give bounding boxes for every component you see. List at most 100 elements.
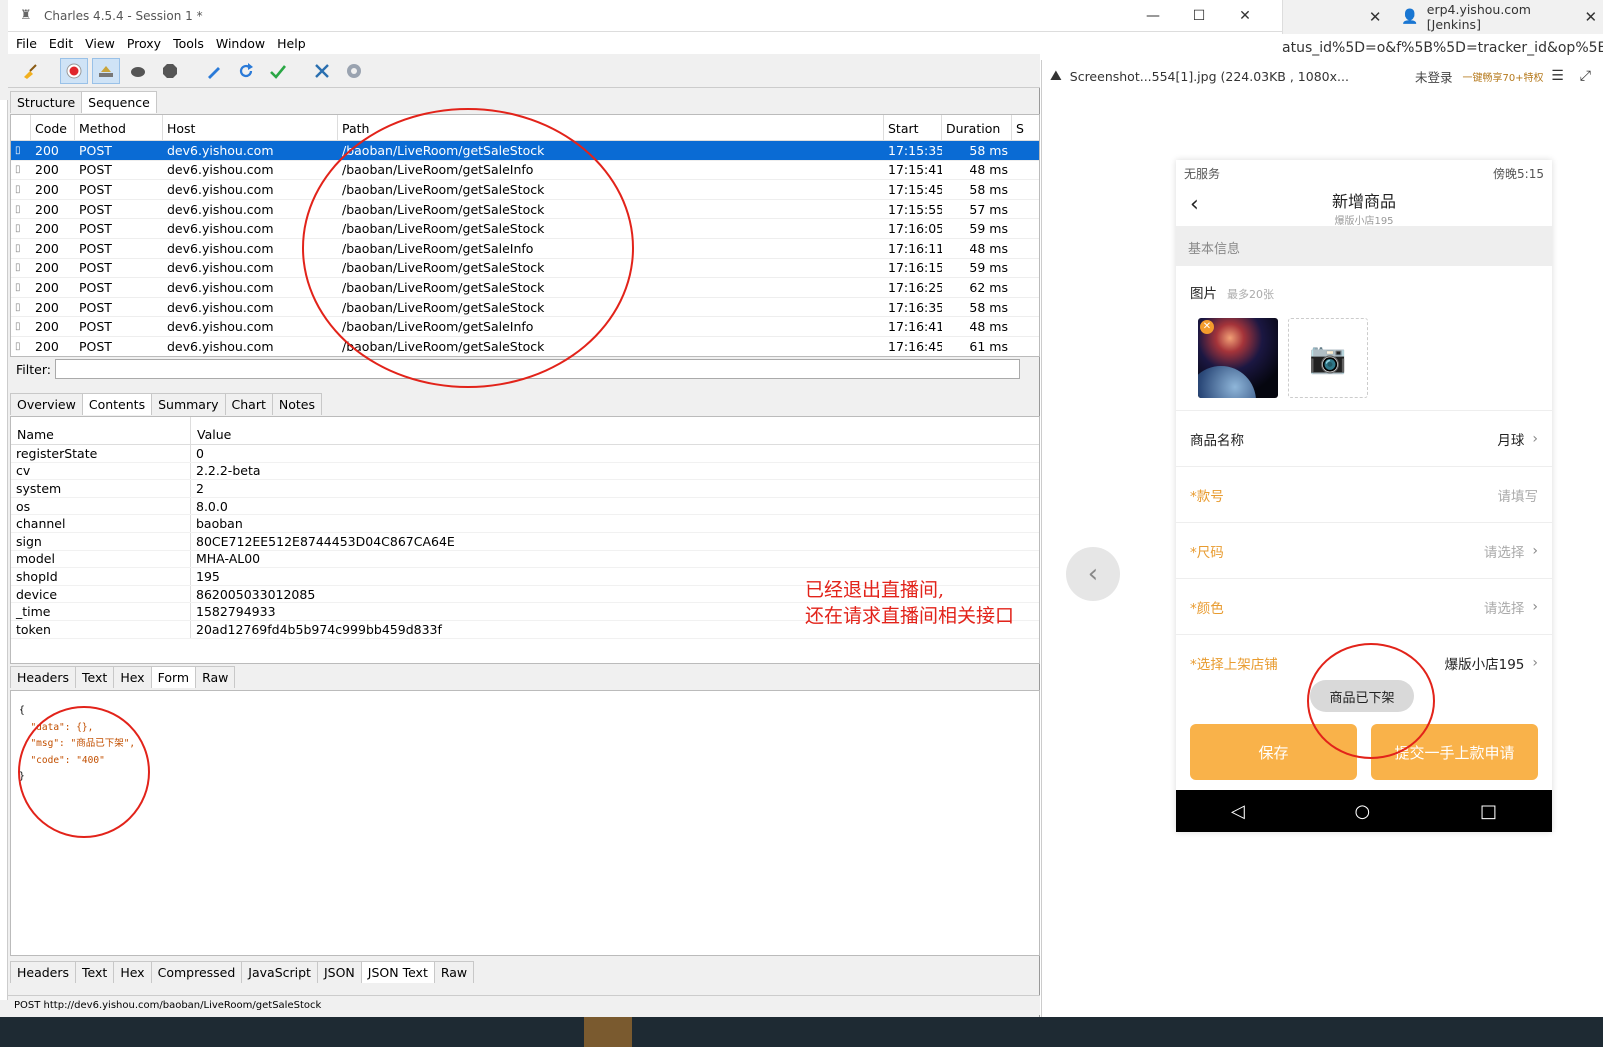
toolbar <box>8 54 1040 88</box>
tab-contents[interactable]: Contents <box>81 393 153 415</box>
minimize-button[interactable]: — <box>1130 0 1176 32</box>
form-value: baoban <box>196 516 243 532</box>
settings-gear-icon[interactable] <box>340 58 368 84</box>
form-row[interactable]: cv 2.2.2-beta <box>11 462 1039 481</box>
browser-tab-title[interactable]: erp4.yishou.com [Jenkins] <box>1427 2 1579 32</box>
field-value: 请选择 <box>1483 600 1525 617</box>
android-home-icon[interactable]: ○ <box>1355 801 1371 822</box>
throttle-icon[interactable] <box>92 57 120 84</box>
tab-response-json-text[interactable]: JSON Text <box>360 961 435 983</box>
menu-help[interactable]: Help <box>277 36 306 51</box>
column-start[interactable]: Start <box>884 115 942 140</box>
breakpoint-icon[interactable] <box>156 58 184 84</box>
cell-host: dev6.yishou.com <box>167 319 274 335</box>
form-row[interactable]: channel baoban <box>11 515 1039 533</box>
image-viewer: ⛰ Screenshot...554[1].jpg (224.03KB , 10… <box>1041 60 1603 1017</box>
cell-code: 200 <box>35 338 59 354</box>
tab-response-text[interactable]: Text <box>75 961 115 983</box>
android-back-icon[interactable]: ◁ <box>1231 801 1245 822</box>
phone-page-subtitle: 爆版小店195 <box>1334 216 1394 227</box>
form-row[interactable]: registerState 0 <box>11 445 1039 463</box>
broom-clear-icon[interactable] <box>16 58 44 84</box>
close-button[interactable]: ✕ <box>1222 0 1268 32</box>
phone-nav-bar: ‹ 新增商品 爆版小店195 <box>1176 186 1552 227</box>
form-key: token <box>11 620 191 638</box>
tab-response-javascript[interactable]: JavaScript <box>241 961 318 983</box>
menu-window[interactable]: Window <box>216 36 265 51</box>
add-photo-button[interactable]: 📷 <box>1288 318 1368 398</box>
form-row[interactable]: system 2 <box>11 480 1039 498</box>
tab-response-headers[interactable]: Headers <box>10 961 77 983</box>
menu-view[interactable]: View <box>85 36 115 51</box>
form-value: 1582794933 <box>196 604 276 620</box>
form-row[interactable]: sign 80CE712EE512E8744453D04C867CA64E <box>11 532 1039 551</box>
tab-structure[interactable]: Structure <box>10 91 83 113</box>
record-icon[interactable] <box>60 57 88 84</box>
image-file-icon: ⛰ <box>1050 68 1062 84</box>
fullscreen-icon[interactable]: ⤢ <box>1580 68 1591 84</box>
menu-edit[interactable]: Edit <box>49 36 73 51</box>
maximize-button[interactable]: ☐ <box>1176 0 1222 32</box>
cell-duration: 58 ms <box>969 299 1008 315</box>
cell-code: 200 <box>35 181 59 197</box>
previous-image-button[interactable]: ‹ <box>1066 547 1120 601</box>
form-row[interactable]: os 8.0.0 <box>11 497 1039 516</box>
validate-check-icon[interactable] <box>264 58 292 84</box>
android-recents-icon[interactable]: □ <box>1480 801 1497 822</box>
tools-icon[interactable] <box>308 58 336 84</box>
remove-image-icon[interactable]: ✕ <box>1200 320 1214 334</box>
tab-summary[interactable]: Summary <box>151 393 226 415</box>
menu-file[interactable]: File <box>16 36 37 51</box>
pen-compose-icon[interactable] <box>200 58 228 84</box>
android-nav-bar: ◁ ○ □ <box>1176 790 1552 832</box>
field-value: 月球 <box>1497 432 1525 449</box>
form-field[interactable]: 商品名称 月球 › <box>1176 410 1552 466</box>
tab-response-hex[interactable]: Hex <box>113 961 152 983</box>
form-field[interactable]: *尺码 请选择 › <box>1176 522 1552 578</box>
cell-code: 200 <box>35 279 59 295</box>
back-arrow-icon[interactable]: ‹ <box>1190 192 1199 217</box>
menu-bar: File Edit View Proxy Tools Window Help <box>8 32 1040 54</box>
form-row[interactable]: model MHA-AL00 <box>11 550 1039 569</box>
column-duration[interactable]: Duration <box>942 115 1012 140</box>
tab-request-headers[interactable]: Headers <box>10 666 77 688</box>
chevron-right-icon: › <box>1532 430 1538 447</box>
tab-response-raw[interactable]: Raw <box>433 961 475 983</box>
tab-request-raw[interactable]: Raw <box>195 666 236 688</box>
login-status[interactable]: 未登录 <box>1415 67 1453 86</box>
column-size[interactable]: S <box>1012 115 1032 140</box>
field-label: *颜色 <box>1190 600 1224 617</box>
tab-sequence[interactable]: Sequence <box>81 91 157 113</box>
column-host[interactable]: Host <box>163 115 338 140</box>
cell-code: 200 <box>35 240 59 256</box>
refresh-icon[interactable] <box>232 58 260 84</box>
tab-overview[interactable]: Overview <box>10 393 83 415</box>
form-name-header: Name <box>11 417 191 444</box>
menu-proxy[interactable]: Proxy <box>127 36 161 51</box>
form-field[interactable]: *颜色 请选择 › <box>1176 578 1552 634</box>
form-field[interactable]: *款号 请填写 <box>1176 466 1552 522</box>
tab-request-hex[interactable]: Hex <box>113 666 152 688</box>
turtle-icon[interactable] <box>124 58 152 84</box>
column-code[interactable]: Code <box>31 115 75 140</box>
tab-response-json[interactable]: JSON <box>316 961 362 983</box>
menu-tools[interactable]: Tools <box>173 36 204 51</box>
close-tab-icon[interactable]: ✕ <box>1363 8 1387 26</box>
tab-notes[interactable]: Notes <box>271 393 322 415</box>
cell-duration: 48 ms <box>969 162 1008 178</box>
menu-icon[interactable]: ☰ <box>1551 68 1564 84</box>
close-tab-icon-2[interactable]: ✕ <box>1579 8 1603 26</box>
tab-chart[interactable]: Chart <box>224 393 273 415</box>
tab-request-text[interactable]: Text <box>75 666 115 688</box>
cell-code: 200 <box>35 319 59 335</box>
form-key: shopId <box>11 568 191 585</box>
cell-duration: 48 ms <box>969 319 1008 335</box>
promo-badge[interactable]: 一键畅享70+特权 <box>1462 69 1543 84</box>
product-image-thumbnail[interactable]: ✕ <box>1198 318 1278 398</box>
tab-request-form[interactable]: Form <box>150 666 197 688</box>
tab-response-compressed[interactable]: Compressed <box>150 961 243 983</box>
column-method[interactable]: Method <box>75 115 163 140</box>
cell-method: POST <box>79 181 112 197</box>
taskbar-active-app[interactable] <box>584 1017 632 1047</box>
cell-host: dev6.yishou.com <box>167 299 274 315</box>
